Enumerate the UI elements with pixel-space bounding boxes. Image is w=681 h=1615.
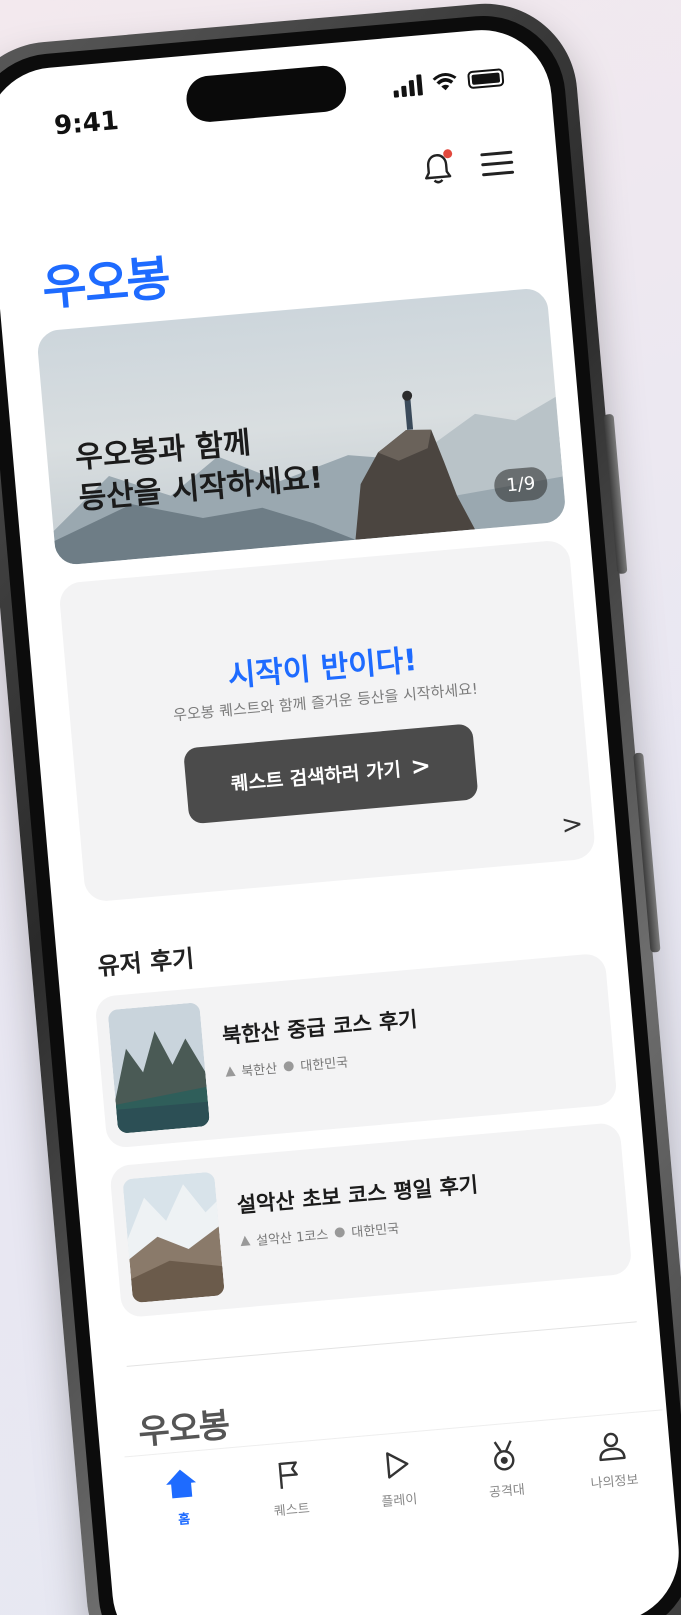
tab-label: 공격대 <box>488 1482 526 1501</box>
review-thumbnail <box>107 1002 211 1134</box>
review-meta: ▲ 북한산 ● 대한민국 <box>225 1051 349 1081</box>
hamburger-menu-icon[interactable] <box>480 150 515 176</box>
review-title: 북한산 중급 코스 후기 <box>221 1007 419 1049</box>
hero-banner[interactable]: 우오봉과 함께 등산을 시작하세요! 1/9 <box>36 287 567 566</box>
footer-logo: 우오봉 <box>136 1405 231 1454</box>
mountain-icon: ▲ <box>224 1063 236 1080</box>
review-thumbnail <box>122 1171 225 1304</box>
flag-icon <box>278 1461 298 1489</box>
quest-search-button[interactable]: 퀘스트 검색하러 가기 > <box>183 723 479 825</box>
play-icon <box>386 1452 409 1479</box>
location-pin-icon: ● <box>333 1224 346 1241</box>
mountain-icon: ▲ <box>239 1232 251 1249</box>
tab-label: 나의정보 <box>590 1472 640 1492</box>
notification-dot <box>442 148 453 159</box>
tab-label: 홈 <box>177 1511 191 1528</box>
signal-icon <box>392 73 423 98</box>
more-chevron-icon[interactable]: > <box>560 809 584 841</box>
reviews-section-title: 유저 후기 <box>96 944 196 981</box>
phone-mockup: 9:41 우오봉 우오봉과 함께 등산을 시작하세요! 1/9 시작이 반이다!… <box>0 0 681 1615</box>
bell-icon[interactable] <box>422 148 453 185</box>
review-mountain: 북한산 <box>240 1061 278 1080</box>
header-actions <box>422 146 515 186</box>
review-card[interactable]: 북한산 중급 코스 후기 ▲ 북한산 ● 대한민국 <box>94 952 618 1149</box>
user-icon <box>599 1432 626 1462</box>
tab-label: 플레이 <box>380 1492 418 1511</box>
review-card[interactable]: 설악산 초보 코스 평일 후기 ▲ 설악산 1코스 ● 대한민국 <box>109 1122 633 1319</box>
dynamic-island <box>184 63 348 124</box>
review-mountain: 설악산 1코스 <box>255 1227 329 1250</box>
review-location: 대한민국 <box>350 1221 400 1241</box>
tab-quest[interactable]: 퀘스트 <box>241 1439 337 1522</box>
review-meta: ▲ 설악산 1코스 ● 대한민국 <box>239 1218 400 1251</box>
footer-divider <box>126 1321 637 1367</box>
location-pin-icon: ● <box>282 1058 295 1075</box>
review-title: 설악산 초보 코스 평일 후기 <box>236 1172 479 1218</box>
home-icon <box>166 1469 197 1499</box>
tab-play[interactable]: 플레이 <box>349 1430 445 1513</box>
tab-raid[interactable]: 공격대 <box>456 1421 552 1504</box>
battery-icon <box>467 68 505 90</box>
app-logo: 우오봉 <box>40 250 171 318</box>
tab-label: 퀘스트 <box>273 1501 311 1520</box>
quest-search-button-label: 퀘스트 검색하러 가기 <box>230 758 402 796</box>
status-time: 9:41 <box>53 105 121 142</box>
start-card: 시작이 반이다! 우오봉 퀘스트와 함께 즐거운 등산을 시작하세요! 퀘스트 … <box>58 539 597 903</box>
wifi-icon <box>432 73 457 91</box>
status-icons <box>392 66 505 98</box>
tab-my-info[interactable]: 나의정보 <box>564 1411 660 1494</box>
chevron-right-icon: > <box>409 751 432 781</box>
tab-home[interactable]: 홈 <box>134 1449 230 1532</box>
review-location: 대한민국 <box>299 1055 349 1075</box>
medal-icon <box>493 1440 515 1471</box>
